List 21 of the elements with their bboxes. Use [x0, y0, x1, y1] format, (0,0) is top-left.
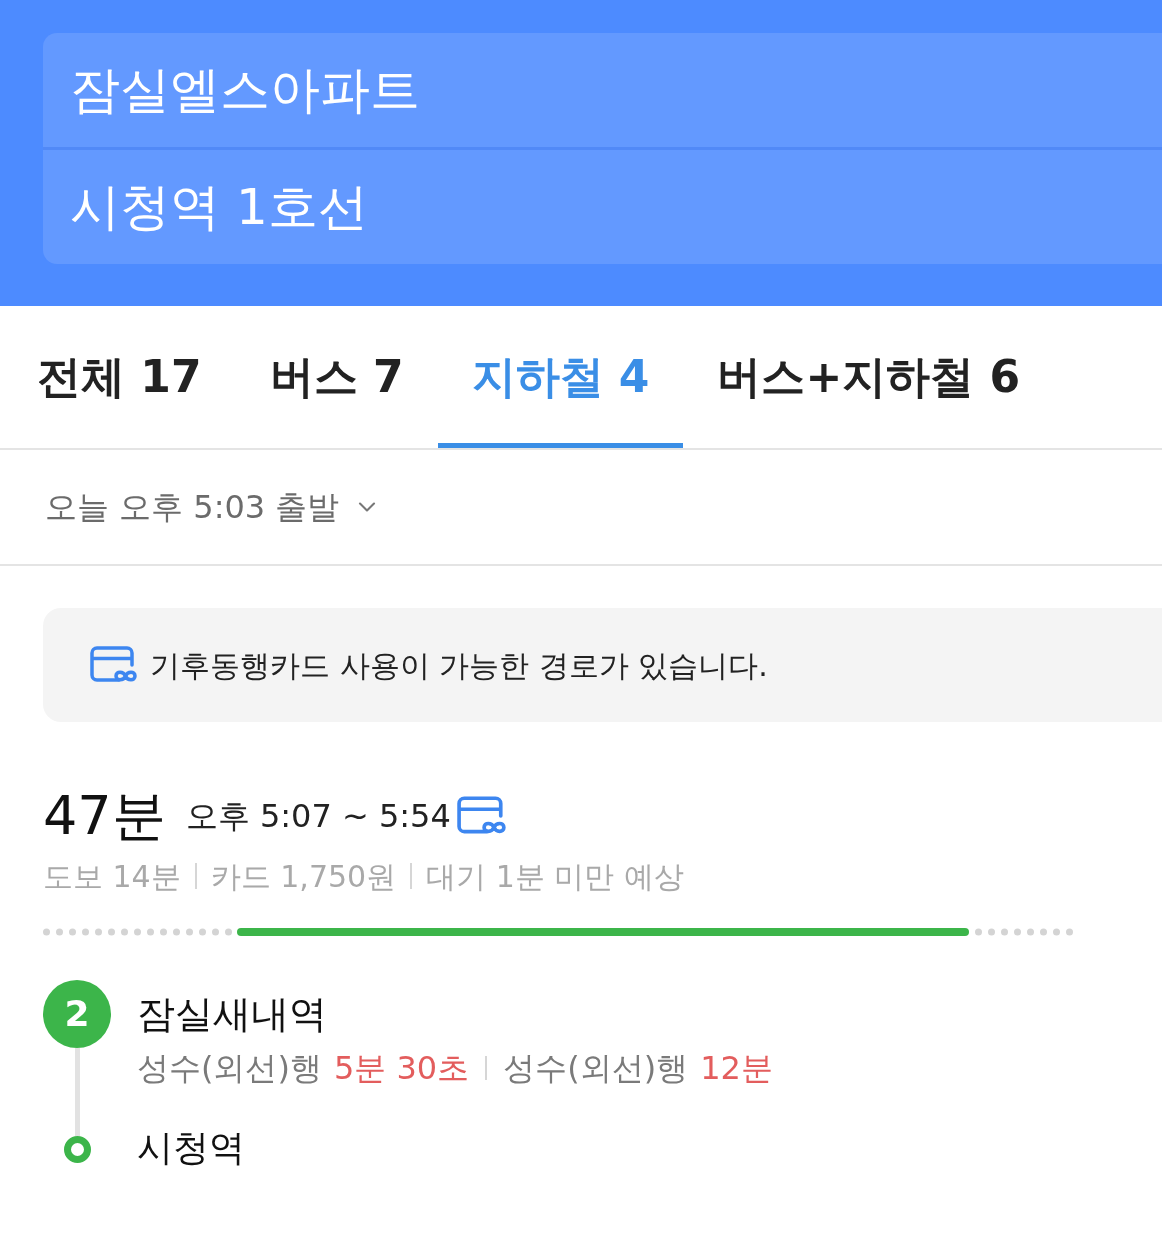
trip-time-range: 오후 5:07 ~ 5:54 — [185, 796, 451, 837]
trip-detail: 카드 1,750원 — [210, 857, 397, 896]
tab[interactable]: 전체 17 — [3, 306, 236, 448]
notice-text: 기후동행카드 사용이 가능한 경로가 있습니다. — [150, 646, 768, 685]
station-name: 시청역 — [137, 1126, 245, 1170]
trip-detail: 도보 14분 — [43, 857, 181, 896]
destination-field[interactable]: 시청역 1호선 — [43, 150, 1162, 264]
departure-time-dropdown[interactable]: 오늘 오후 5:03 출발 — [45, 483, 382, 531]
origin-field[interactable]: 잠실엘스아파트 — [43, 33, 1162, 147]
train-direction: 성수(외선)행 — [137, 1048, 322, 1089]
train-direction: 성수(외선)행 — [503, 1048, 689, 1089]
tab[interactable]: 지하철 4 — [437, 306, 684, 448]
trip-detail: 대기 1분 미만 예상 — [426, 857, 684, 896]
arrival-time: 5분 30초 — [333, 1048, 470, 1089]
trip-duration: 47분 — [43, 789, 166, 843]
card-icon — [90, 645, 138, 685]
arrival-time: 12분 — [700, 1048, 773, 1089]
station-name: 잠실새내역 — [137, 990, 327, 1038]
tab[interactable]: 버스 7 — [235, 306, 438, 448]
tab[interactable]: 버스+지하철 6 — [683, 306, 1055, 448]
line-number-badge: 2 — [43, 980, 111, 1048]
